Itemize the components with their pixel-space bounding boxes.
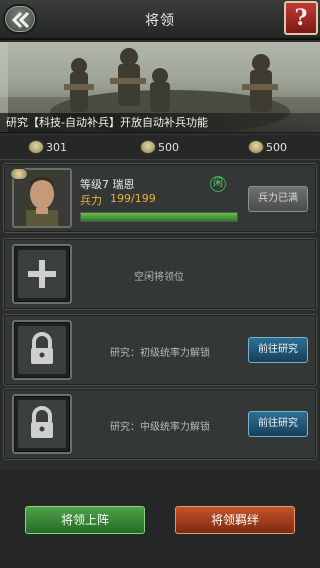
rank-badge-icon [28,140,44,154]
locked-slot-1: 研究：初级统率力解锁 前往研究 [3,314,317,386]
rank-badge-icon [140,140,156,154]
resource-value: 301 [46,141,67,154]
help-button[interactable]: ? [284,1,318,35]
resource-bar: 301 500 500 [0,136,320,160]
empty-general-slot[interactable]: 空闲将领位 [3,238,317,310]
locked-slot-frame [12,394,72,454]
empty-slot-label: 空闲将领位 [134,272,184,283]
double-chevron-left-icon [11,11,30,29]
general-slot[interactable]: 等级7 瑞恩 兵力 199/199 闲 兵力已满 [3,163,317,233]
locked-slot-text: 研究：初级统率力解锁 [110,348,210,359]
locked-slot-2: 研究：中级统率力解锁 前往研究 [3,388,317,460]
rank-badge-icon [10,168,28,180]
troops-bar-fill [81,213,237,221]
page-title: 将领 [145,13,175,29]
top-bar: 将领 ? [0,0,320,40]
general-name: 等级7 瑞恩 [80,178,135,191]
resource-item-3: 500 [248,140,308,156]
troops-label: 兵力 [80,194,102,207]
rank-badge-icon [248,140,264,154]
deploy-general-button[interactable]: 将领上阵 [25,506,145,534]
troops-value: 199/199 [110,192,156,205]
research-hint: 研究【科技-自动补兵】开放自动补兵功能 [0,113,320,133]
empty-slot-frame[interactable] [12,244,72,304]
lock-icon [31,406,53,438]
resource-value: 500 [266,141,287,154]
locked-slot-frame [12,320,72,380]
go-research-button[interactable]: 前往研究 [248,411,308,437]
idle-status-icon: 闲 [210,176,226,192]
general-bond-button[interactable]: 将领羁绊 [175,506,295,534]
locked-slot-text: 研究：中级统率力解锁 [110,422,210,433]
troops-full-button[interactable]: 兵力已满 [248,186,308,212]
plus-icon [28,260,56,288]
go-research-button[interactable]: 前往研究 [248,337,308,363]
resource-value: 500 [158,141,179,154]
resource-item-1: 301 [28,140,88,156]
lock-icon [31,332,53,364]
troops-bar [80,212,238,222]
resource-item-2: 500 [140,140,200,156]
back-button[interactable] [3,4,37,34]
